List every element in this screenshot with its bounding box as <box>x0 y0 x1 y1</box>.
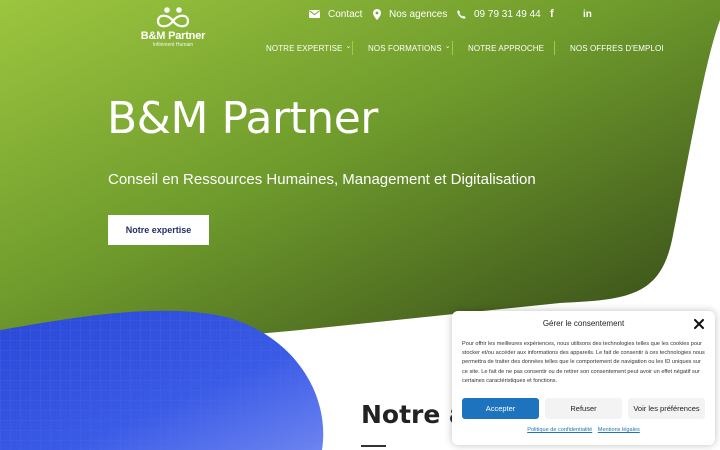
nav-item-offres[interactable]: NOS OFFRES D'EMPLOI <box>570 40 664 56</box>
consent-links: Politique de confidentialité Mentions lé… <box>452 427 715 433</box>
phone-label: 09 79 31 49 44 <box>474 8 541 20</box>
privacy-policy-link[interactable]: Politique de confidentialité <box>527 427 592 433</box>
hero-title: B&M Partner <box>107 93 378 144</box>
chevron-down-icon: ⌄ <box>345 43 352 50</box>
nav-item-label: NOTRE EXPERTISE <box>266 43 343 53</box>
linkedin-link[interactable]: in <box>583 7 592 21</box>
section-divider <box>361 445 386 447</box>
nav-item-label: NOS FORMATIONS <box>368 43 442 53</box>
nav-item-approche[interactable]: NOTRE APPROCHE <box>468 40 544 56</box>
consent-text: Pour offrir les meilleures expériences, … <box>462 341 705 384</box>
nav-item-formations[interactable]: NOS FORMATIONS ⌄ <box>368 40 451 56</box>
agencies-link[interactable]: Nos agences <box>373 7 447 21</box>
nav-separator <box>352 41 353 55</box>
envelope-icon <box>309 10 320 18</box>
close-icon[interactable] <box>694 319 704 329</box>
expertise-button[interactable]: Notre expertise <box>108 215 209 245</box>
phone-link[interactable]: 09 79 31 49 44 <box>457 7 541 21</box>
linkedin-icon: in <box>583 8 592 20</box>
top-bar: Contact Nos agences 09 79 31 49 44 f in <box>0 7 720 21</box>
preferences-button[interactable]: Voir les préférences <box>628 398 705 419</box>
nav-item-label: NOS OFFRES D'EMPLOI <box>570 43 664 53</box>
map-pin-icon <box>373 8 381 20</box>
main-nav: NOTRE EXPERTISE ⌄ NOS FORMATIONS ⌄ NOTRE… <box>0 40 720 56</box>
nav-item-expertise[interactable]: NOTRE EXPERTISE ⌄ <box>266 40 351 56</box>
consent-dialog: Gérer le consentement Pour offrir les me… <box>452 311 715 445</box>
chevron-down-icon: ⌄ <box>444 43 451 50</box>
accept-button[interactable]: Accepter <box>462 398 539 419</box>
facebook-link[interactable]: f <box>550 7 554 21</box>
refuse-button[interactable]: Refuser <box>545 398 622 419</box>
facebook-icon: f <box>550 8 554 20</box>
legal-notice-link[interactable]: Mentions légales <box>598 427 640 433</box>
phone-icon <box>457 9 466 19</box>
contact-link[interactable]: Contact <box>309 7 362 21</box>
agencies-label: Nos agences <box>389 8 448 20</box>
consent-title: Gérer le consentement <box>542 319 625 328</box>
nav-item-label: NOTRE APPROCHE <box>468 43 545 53</box>
nav-separator <box>554 41 555 55</box>
hero-subtitle: Conseil en Ressources Humaines, Manageme… <box>108 171 536 188</box>
contact-label: Contact <box>328 8 363 20</box>
nav-separator <box>452 41 453 55</box>
